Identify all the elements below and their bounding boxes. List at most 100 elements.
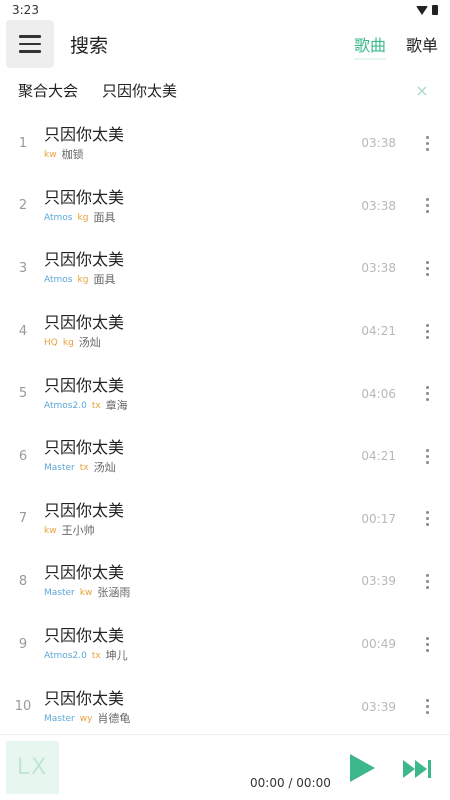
source-badge: kw bbox=[79, 588, 93, 599]
song-row[interactable]: 5 只因你太美 Atmos2.0 tx 章海 04:06 bbox=[0, 362, 450, 425]
song-title: 只因你太美 bbox=[44, 375, 125, 395]
song-row[interactable]: 6 只因你太美 Master tx 汤灿 04:21 bbox=[0, 425, 450, 488]
song-meta: Master wy 肖德龟 bbox=[44, 712, 361, 726]
hamburger-icon-line bbox=[19, 42, 41, 46]
more-options-icon[interactable] bbox=[412, 374, 442, 414]
song-row[interactable]: 9 只因你太美 Atmos2.0 tx 坤儿 00:49 bbox=[0, 613, 450, 676]
quality-badge: Master bbox=[44, 588, 75, 599]
playback-time: 00:00 / 00:00 bbox=[250, 776, 331, 790]
status-icons bbox=[416, 5, 438, 15]
song-singer: 枷锁 bbox=[61, 148, 84, 162]
tab-playlists[interactable]: 歌单 bbox=[406, 20, 438, 68]
quality-badge: Atmos2.0 bbox=[44, 400, 87, 411]
song-meta: Atmos kg 面具 bbox=[44, 211, 361, 225]
song-title: 只因你太美 bbox=[44, 688, 125, 708]
song-info: 只因你太美 HQ kg 汤灿 bbox=[44, 312, 361, 350]
dot bbox=[425, 523, 429, 527]
search-query-text[interactable]: 只因你太美 bbox=[102, 80, 412, 101]
more-options-icon[interactable] bbox=[412, 436, 442, 476]
song-meta: Atmos2.0 tx 章海 bbox=[44, 399, 361, 413]
more-options-icon[interactable] bbox=[412, 687, 442, 727]
song-index: 2 bbox=[18, 198, 28, 214]
song-info: 只因你太美 Master kw 张涵雨 bbox=[44, 562, 361, 600]
tab-songs[interactable]: 歌曲 bbox=[353, 20, 386, 68]
close-icon[interactable]: × bbox=[412, 81, 432, 100]
song-index: 10 bbox=[14, 699, 32, 715]
song-index: 7 bbox=[18, 511, 28, 527]
source-badge: kw bbox=[44, 150, 57, 161]
search-bar: 聚合大会 只因你太美 × bbox=[0, 68, 450, 112]
more-options-icon[interactable] bbox=[412, 499, 442, 539]
song-duration: 04:21 bbox=[361, 324, 396, 339]
dot bbox=[425, 448, 429, 452]
song-info: 只因你太美 kw 王小帅 bbox=[44, 500, 361, 538]
song-info: 只因你太美 Atmos kg 面具 bbox=[44, 249, 361, 287]
dot bbox=[425, 323, 429, 327]
song-row[interactable]: 10 只因你太美 Master wy 肖德龟 03:39 bbox=[0, 675, 450, 738]
album-cover[interactable]: LX bbox=[6, 741, 59, 794]
dot bbox=[425, 636, 429, 640]
song-index: 8 bbox=[18, 573, 28, 589]
source-badge: kg bbox=[77, 212, 89, 223]
dot bbox=[425, 335, 429, 339]
song-row[interactable]: 1 只因你太美 kw 枷锁 03:38 bbox=[0, 112, 450, 175]
more-options-icon[interactable] bbox=[412, 624, 442, 664]
dot bbox=[425, 648, 429, 652]
dot bbox=[425, 699, 429, 703]
dot bbox=[425, 398, 429, 402]
song-info: 只因你太美 Master wy 肖德龟 bbox=[44, 688, 361, 726]
quality-badge: Atmos bbox=[44, 212, 73, 223]
song-title: 只因你太美 bbox=[44, 563, 125, 583]
dot bbox=[425, 573, 429, 577]
song-row[interactable]: 4 只因你太美 HQ kg 汤灿 04:21 bbox=[0, 300, 450, 363]
dot bbox=[425, 642, 429, 646]
dot bbox=[425, 585, 429, 589]
source-badge: kg bbox=[77, 275, 89, 286]
song-duration: 03:38 bbox=[361, 198, 396, 213]
song-duration: 03:38 bbox=[361, 136, 396, 151]
more-options-icon[interactable] bbox=[412, 311, 442, 351]
quality-badge: HQ bbox=[44, 338, 58, 349]
source-badge: kg bbox=[62, 338, 74, 349]
hamburger-icon-line bbox=[19, 35, 41, 38]
more-options-icon[interactable] bbox=[412, 248, 442, 288]
song-list: 1 只因你太美 kw 枷锁 03:38 2 只因你太美 Atmos kg 面具 03:38 3 只因你太… bbox=[0, 112, 450, 738]
search-source-selector[interactable]: 聚合大会 bbox=[18, 80, 78, 101]
song-row[interactable]: 2 只因你太美 Atmos kg 面具 03:38 bbox=[0, 175, 450, 238]
dot bbox=[425, 517, 429, 521]
dot bbox=[425, 272, 429, 276]
song-meta: Atmos kg 面具 bbox=[44, 273, 361, 287]
song-meta: kw 王小帅 bbox=[44, 524, 361, 538]
more-options-icon[interactable] bbox=[412, 186, 442, 226]
search-type-tabs: 歌曲 歌单 bbox=[353, 20, 438, 68]
song-singer: 王小帅 bbox=[61, 523, 95, 537]
source-badge: tx bbox=[91, 400, 101, 411]
song-row[interactable]: 7 只因你太美 kw 王小帅 00:17 bbox=[0, 488, 450, 551]
song-info: 只因你太美 Master tx 汤灿 bbox=[44, 437, 361, 475]
next-bar bbox=[428, 760, 431, 778]
song-info: 只因你太美 Atmos2.0 tx 坤儿 bbox=[44, 625, 361, 663]
source-badge: kw bbox=[44, 525, 57, 536]
song-title: 只因你太美 bbox=[44, 438, 125, 458]
menu-button[interactable] bbox=[6, 20, 54, 68]
next-triangle bbox=[415, 760, 427, 778]
more-options-icon[interactable] bbox=[412, 123, 442, 163]
song-info: 只因你太美 kw 枷锁 bbox=[44, 124, 361, 162]
song-row[interactable]: 3 只因你太美 Atmos kg 面具 03:38 bbox=[0, 237, 450, 300]
song-duration: 03:39 bbox=[361, 699, 396, 714]
song-duration: 04:21 bbox=[361, 449, 396, 464]
song-title: 只因你太美 bbox=[44, 187, 125, 207]
song-singer: 汤灿 bbox=[93, 461, 116, 475]
song-row[interactable]: 8 只因你太美 Master kw 张涵雨 03:39 bbox=[0, 550, 450, 613]
next-track-icon[interactable] bbox=[403, 759, 433, 779]
next-triangle bbox=[403, 760, 415, 778]
dot bbox=[425, 147, 429, 151]
song-index: 3 bbox=[18, 260, 28, 276]
dot bbox=[425, 392, 429, 396]
song-title: 只因你太美 bbox=[44, 626, 125, 646]
more-options-icon[interactable] bbox=[412, 561, 442, 601]
play-icon[interactable] bbox=[350, 754, 375, 782]
song-index: 5 bbox=[18, 386, 28, 402]
song-title: 只因你太美 bbox=[44, 250, 125, 270]
dot bbox=[425, 141, 429, 145]
